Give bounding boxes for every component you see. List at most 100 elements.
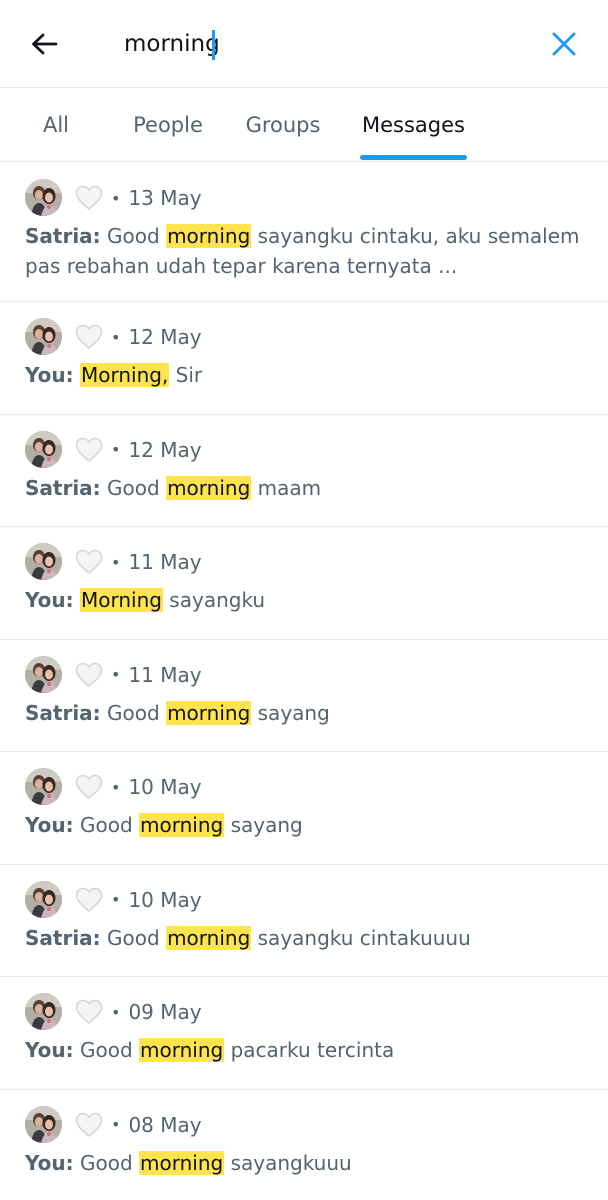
white-heart-icon [75,999,103,1025]
search-match-highlight: morning [139,1150,225,1175]
avatar [25,543,62,580]
message-result-row[interactable]: • 12 May Satria: Good morning maam [0,415,608,527]
message-result-row[interactable]: • 13 May Satria: Good morning sayangku c… [0,163,608,302]
search-header [0,0,608,88]
sender-name: Satria: [25,224,101,248]
separator-dot: • [111,1002,121,1022]
search-match-highlight: morning [139,813,225,837]
search-input[interactable] [124,24,484,64]
message-date: • 13 May [111,180,202,216]
message-date: • 09 May [111,994,202,1030]
message-snippet: You: Morning, Sir [25,360,585,390]
snippet-after: sayangku [162,588,266,612]
arrow-left-icon [32,33,58,55]
date-text: 10 May [128,775,202,799]
snippet-before: Good [73,813,140,837]
clear-search-button[interactable] [542,26,586,62]
snippet-before: Good [73,1038,140,1062]
sender-name: You: [25,363,74,387]
message-result-row[interactable]: • 11 May You: Morning sayangku [0,527,608,640]
sender-name: Satria: [25,925,101,950]
search-match-highlight: Morning, [79,363,170,387]
date-text: 12 May [128,325,202,349]
snippet-after: pacarku tercinta [224,1038,395,1062]
snippet-before: Good [73,1150,140,1175]
sender-name: You: [25,1150,74,1175]
separator-dot: • [111,665,121,684]
search-field[interactable] [124,24,484,64]
sender-name: You: [25,1038,74,1062]
avatar [25,880,62,918]
white-heart-icon [75,549,103,575]
message-results-list: • 13 May Satria: Good morning sayangku c… [0,163,608,1200]
message-result-row[interactable]: • 10 May You: Good morning sayang [0,752,608,865]
avatar [25,993,62,1030]
message-snippet: Satria: Good morning sayangku cintaku, a… [25,221,585,281]
snippet-before: Good [100,475,167,500]
search-tabs: All People Groups Messages [0,88,608,162]
sender-name: Satria: [25,475,101,500]
snippet-after: maam [251,475,322,500]
snippet-before: Good [100,700,167,725]
search-match-highlight: morning [166,475,252,500]
white-heart-icon [75,774,103,800]
separator-dot: • [111,1115,121,1134]
separator-dot: • [111,440,121,459]
date-text: 11 May [128,550,202,574]
white-heart-icon [75,324,103,350]
message-snippet: You: Good morning sayang [25,810,585,840]
search-match-highlight: morning [139,1038,225,1062]
snippet-after: sayang [251,700,330,725]
sender-name: Satria: [25,700,101,725]
separator-dot: • [111,327,121,347]
message-snippet: You: Good morning sayangkuuu [25,1148,585,1178]
snippet-after: sayangku cintakuuuu [251,925,471,950]
message-result-row[interactable]: • 08 May You: Good morning sayangkuuu [0,1090,608,1200]
message-result-row[interactable]: • 11 May Satria: Good morning sayang [0,640,608,752]
active-tab-indicator [360,155,467,160]
search-match-highlight: morning [166,224,252,248]
tab-all[interactable]: All [40,88,72,162]
back-button[interactable] [22,26,66,62]
avatar [25,179,62,216]
close-x-icon [552,32,576,56]
message-result-row[interactable]: • 09 May You: Good morning pacarku terci… [0,977,608,1090]
message-snippet: Satria: Good morning sayangku cintakuuuu [25,923,585,953]
date-text: 08 May [128,1112,202,1137]
white-heart-icon [75,662,103,688]
separator-dot: • [111,188,121,208]
search-match-highlight: morning [166,700,252,725]
separator-dot: • [111,777,121,797]
white-heart-icon [75,1112,103,1138]
message-result-row[interactable]: • 10 May Satria: Good morning sayangku c… [0,865,608,977]
sender-name: You: [25,813,74,837]
message-snippet: You: Good morning pacarku tercinta [25,1035,585,1065]
message-date: • 10 May [111,882,202,918]
message-date: • 10 May [111,769,202,805]
message-snippet: Satria: Good morning sayang [25,698,585,728]
tab-groups[interactable]: Groups [243,88,323,162]
date-text: 11 May [128,662,202,687]
date-text: 13 May [128,186,202,210]
date-text: 10 May [128,887,202,912]
snippet-after: sayang [224,813,303,837]
separator-dot: • [111,552,121,572]
snippet-after: Sir [169,363,203,387]
sender-name: You: [25,588,74,612]
search-match-highlight: Morning [79,588,163,612]
tab-messages[interactable]: Messages [360,88,467,162]
avatar [25,318,62,355]
search-match-highlight: morning [166,925,252,950]
date-text: 09 May [128,1000,202,1024]
tab-people[interactable]: People [130,88,206,162]
white-heart-icon [75,437,103,463]
date-text: 12 May [128,437,202,462]
white-heart-icon [75,185,103,211]
message-date: • 11 May [111,544,202,580]
message-snippet: You: Morning sayangku [25,585,585,615]
message-snippet: Satria: Good morning maam [25,473,585,503]
message-result-row[interactable]: • 12 May You: Morning, Sir [0,302,608,415]
text-caret [212,30,215,60]
avatar [25,655,62,693]
separator-dot: • [111,890,121,909]
